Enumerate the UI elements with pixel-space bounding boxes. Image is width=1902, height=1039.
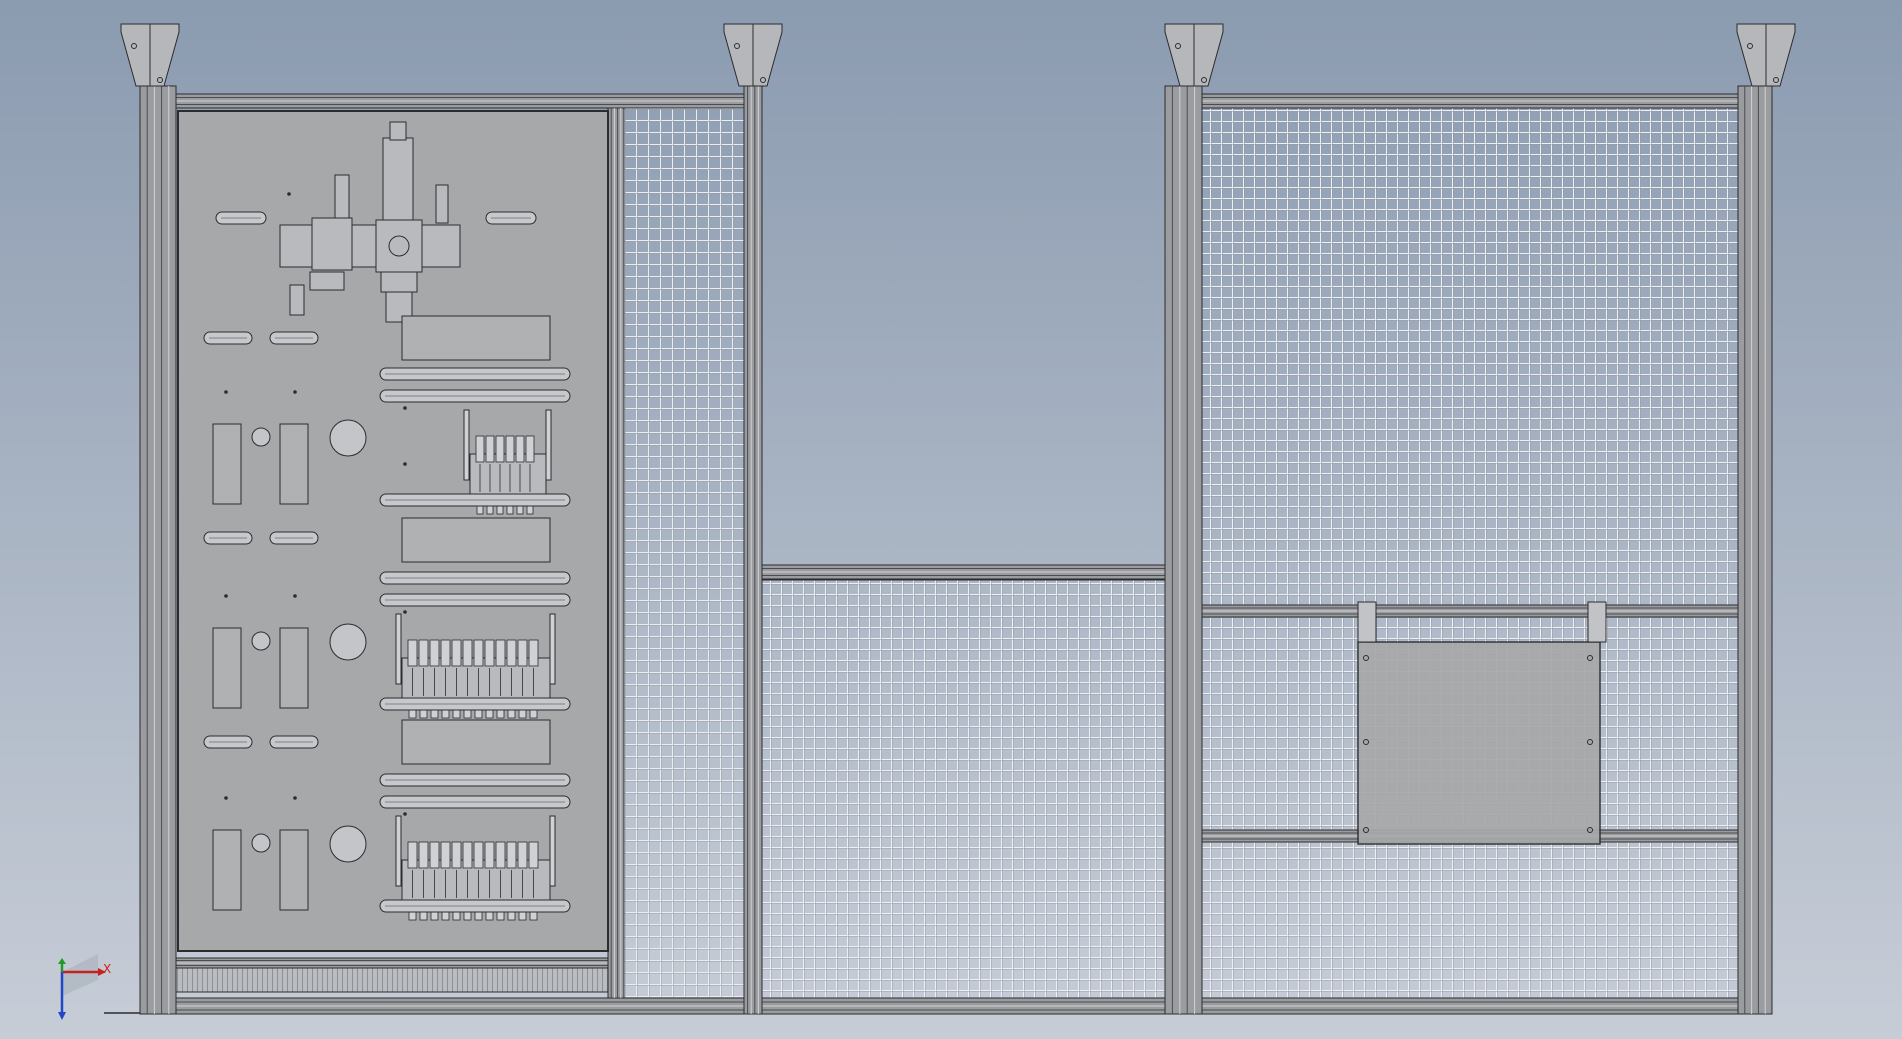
guard-frame-front-view <box>0 0 1902 1039</box>
terminal-block <box>279 423 309 505</box>
post-far-left <box>139 85 177 1015</box>
hole <box>251 631 271 651</box>
cable-gland-hole <box>329 623 367 661</box>
terminal-block <box>279 829 309 911</box>
post-center-right <box>1164 85 1203 1015</box>
hole <box>251 833 271 853</box>
mesh-panel-left-narrow <box>623 107 747 999</box>
terminal-block <box>212 829 242 911</box>
hole <box>251 427 271 447</box>
post-center-left <box>743 85 763 1015</box>
post-panel-right <box>607 107 625 999</box>
top-rail-right <box>1199 93 1741 109</box>
label-plate <box>401 517 551 563</box>
panel-bottom-rail <box>175 957 617 969</box>
terminal-block <box>279 627 309 709</box>
cable-gland-hole <box>329 419 367 457</box>
bottom-rail <box>139 997 1771 1015</box>
plate-hinge <box>1587 601 1607 643</box>
plate-hinge <box>1357 601 1377 643</box>
access-plate-body <box>1357 641 1601 845</box>
pneumatic-mounting-panel <box>177 110 609 952</box>
cross-rail-upper <box>1199 604 1741 618</box>
cad-viewport[interactable]: X <box>0 0 1902 1039</box>
axis-x-label: X <box>103 962 112 976</box>
label-plate <box>401 315 551 361</box>
cable-duct <box>175 967 617 993</box>
mesh-panel-middle-low <box>761 579 1166 999</box>
middle-rail <box>759 564 1169 580</box>
terminal-block <box>212 627 242 709</box>
terminal-block <box>212 423 242 505</box>
post-far-right <box>1737 85 1773 1015</box>
top-rail-left <box>175 93 749 109</box>
label-plate <box>401 719 551 765</box>
cable-gland-hole <box>329 825 367 863</box>
mesh-panel-right <box>1201 107 1739 999</box>
